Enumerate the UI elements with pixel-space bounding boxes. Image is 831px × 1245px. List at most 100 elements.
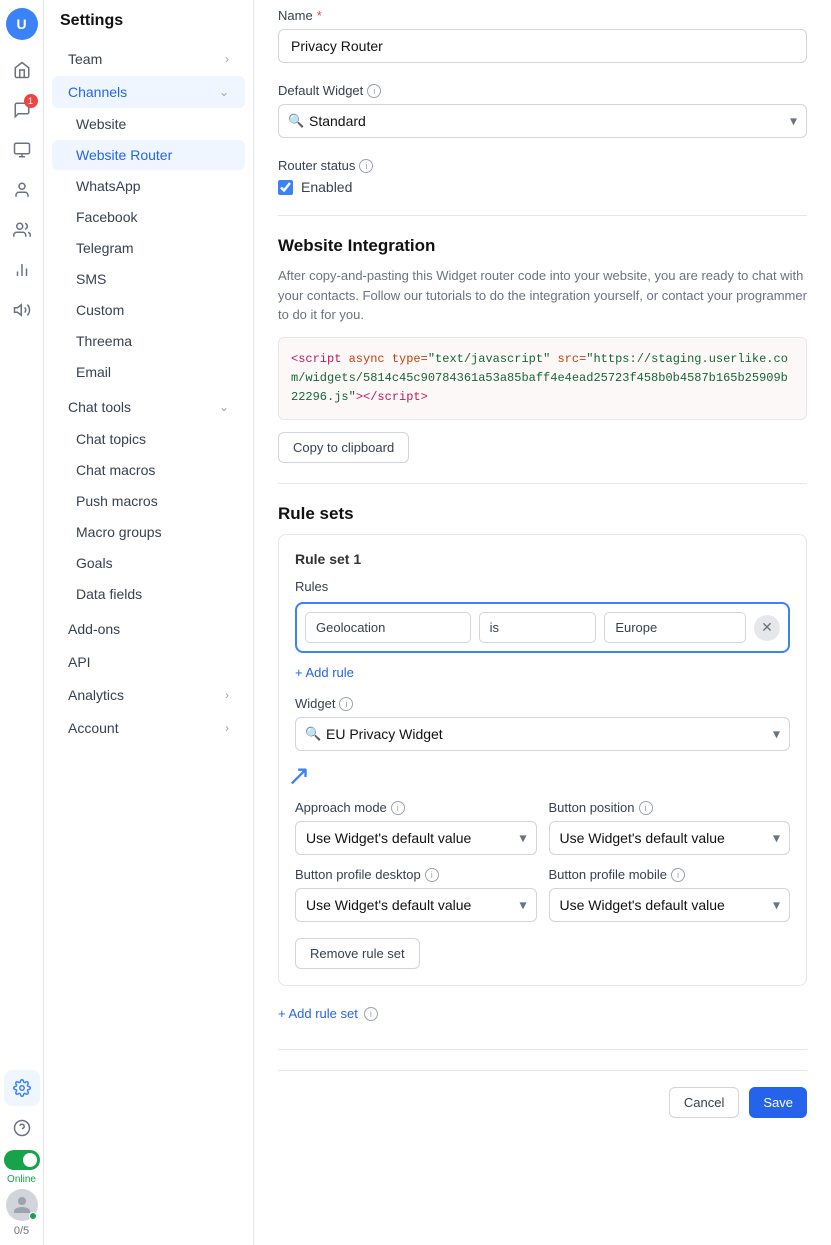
sidebar-sub-telegram[interactable]: Telegram bbox=[52, 233, 245, 263]
sidebar-sub-facebook-label: Facebook bbox=[76, 209, 137, 225]
nav-icon-settings[interactable] bbox=[4, 1070, 40, 1106]
chevron-right-icon: › bbox=[225, 52, 229, 66]
router-enabled-label[interactable]: Enabled bbox=[301, 179, 352, 195]
sidebar-item-account-label: Account bbox=[68, 720, 119, 736]
sidebar-sub-website-router-label: Website Router bbox=[76, 147, 172, 163]
sidebar-sub-push-macros[interactable]: Push macros bbox=[52, 486, 245, 516]
footer-actions: Cancel Save bbox=[278, 1070, 807, 1118]
button-profile-desktop-select[interactable]: Use Widget's default value bbox=[295, 888, 537, 922]
nav-icon-help[interactable] bbox=[4, 1110, 40, 1146]
user-avatar-wrapper[interactable] bbox=[6, 1189, 38, 1221]
chevron-down-icon-channels: ⌄ bbox=[219, 85, 229, 99]
approach-mode-info-icon[interactable]: i bbox=[391, 801, 405, 815]
sidebar-sub-whatsapp[interactable]: WhatsApp bbox=[52, 171, 245, 201]
arrow-indicator: ↗ bbox=[287, 759, 790, 792]
main-content: Name * Default Widget i 🔍 Standard ▾ Rou… bbox=[254, 0, 831, 1245]
nav-icon-campaigns[interactable] bbox=[4, 292, 40, 328]
search-icon-widget-rule: 🔍 bbox=[305, 726, 321, 742]
sidebar-sub-email-label: Email bbox=[76, 364, 111, 380]
rule-set-1-title: Rule set 1 bbox=[295, 551, 790, 567]
rule-value-select[interactable]: Europe bbox=[604, 612, 746, 643]
button-position-info-icon[interactable]: i bbox=[639, 801, 653, 815]
sidebar-item-api-label: API bbox=[68, 654, 91, 670]
sidebar-sub-sms[interactable]: SMS bbox=[52, 264, 245, 294]
rule-operator-select[interactable]: is bbox=[479, 612, 597, 643]
nav-icon-analytics[interactable] bbox=[4, 252, 40, 288]
divider-1 bbox=[278, 215, 807, 216]
sidebar-item-account[interactable]: Account › bbox=[52, 712, 245, 744]
sidebar-sub-chat-macros[interactable]: Chat macros bbox=[52, 455, 245, 485]
sidebar-sub-data-fields[interactable]: Data fields bbox=[52, 579, 245, 609]
sidebar-sub-facebook[interactable]: Facebook bbox=[52, 202, 245, 232]
sidebar-title: Settings bbox=[44, 12, 253, 42]
copy-to-clipboard-button[interactable]: Copy to clipboard bbox=[278, 432, 409, 463]
button-profiles-row: Button profile desktop i Use Widget's de… bbox=[295, 867, 790, 922]
rule-remove-button[interactable]: ✕ bbox=[754, 615, 780, 641]
name-input[interactable] bbox=[278, 29, 807, 63]
sidebar-sub-sms-label: SMS bbox=[76, 271, 106, 287]
sidebar: Settings Team › Channels ⌄ Website Websi… bbox=[44, 0, 254, 1245]
router-status-info-icon[interactable]: i bbox=[359, 159, 373, 173]
chat-badge: 1 bbox=[24, 94, 38, 108]
sidebar-sub-website[interactable]: Website bbox=[52, 109, 245, 139]
sidebar-sub-macro-groups[interactable]: Macro groups bbox=[52, 517, 245, 547]
name-required-marker: * bbox=[317, 8, 322, 23]
sidebar-item-chat-tools[interactable]: Chat tools ⌄ bbox=[52, 391, 245, 423]
widget-select-wrapper: 🔍 EU Privacy Widget ▾ bbox=[295, 717, 790, 751]
sidebar-item-addons[interactable]: Add-ons bbox=[52, 613, 245, 645]
bottom-nav: Online 0/5 bbox=[4, 1070, 40, 1237]
save-button[interactable]: Save bbox=[749, 1087, 807, 1118]
add-rule-set-row[interactable]: + Add rule set i bbox=[278, 998, 807, 1029]
nav-icon-inbox[interactable] bbox=[4, 132, 40, 168]
divider-3 bbox=[278, 1049, 807, 1050]
sidebar-sub-goals-label: Goals bbox=[76, 555, 113, 571]
sidebar-sub-email[interactable]: Email bbox=[52, 357, 245, 387]
router-enabled-checkbox[interactable] bbox=[278, 180, 293, 195]
default-widget-select[interactable]: Standard bbox=[278, 104, 807, 138]
nav-icon-contacts[interactable] bbox=[4, 172, 40, 208]
button-profile-mobile-info-icon[interactable]: i bbox=[671, 868, 685, 882]
button-profile-mobile-select-wrapper: Use Widget's default value ▾ bbox=[549, 888, 791, 922]
code-block: <script async type="text/javascript" src… bbox=[278, 337, 807, 421]
code-type-val: "text/javascript" bbox=[428, 352, 558, 366]
code-script-close: ></script> bbox=[356, 390, 428, 404]
sidebar-sub-custom[interactable]: Custom bbox=[52, 295, 245, 325]
nav-icon-home[interactable] bbox=[4, 52, 40, 88]
sidebar-sub-chat-macros-label: Chat macros bbox=[76, 462, 155, 478]
add-ruleset-label: + Add rule set bbox=[278, 1006, 358, 1021]
app-logo: U bbox=[6, 8, 38, 40]
sidebar-item-team-label: Team bbox=[68, 51, 102, 67]
button-profile-mobile-select[interactable]: Use Widget's default value bbox=[549, 888, 791, 922]
sidebar-item-api[interactable]: API bbox=[52, 646, 245, 678]
sidebar-sub-threema[interactable]: Threema bbox=[52, 326, 245, 356]
add-rule-button[interactable]: + Add rule bbox=[295, 661, 354, 684]
nav-icon-chat[interactable]: 1 bbox=[4, 92, 40, 128]
approach-mode-select-wrapper: Use Widget's default value ▾ bbox=[295, 821, 537, 855]
button-profile-desktop-info-icon[interactable]: i bbox=[425, 868, 439, 882]
rule-condition-select[interactable]: Geolocation bbox=[305, 612, 471, 643]
cancel-button[interactable]: Cancel bbox=[669, 1087, 739, 1118]
code-script-open: <script bbox=[291, 352, 349, 366]
code-async-attr: async bbox=[349, 352, 392, 366]
button-profile-desktop-label: Button profile desktop i bbox=[295, 867, 537, 882]
sidebar-item-team[interactable]: Team › bbox=[52, 43, 245, 75]
sidebar-sub-website-router[interactable]: Website Router bbox=[52, 140, 245, 170]
sidebar-sub-goals[interactable]: Goals bbox=[52, 548, 245, 578]
widget-select[interactable]: EU Privacy Widget bbox=[295, 717, 790, 751]
sidebar-item-analytics[interactable]: Analytics › bbox=[52, 679, 245, 711]
button-position-select[interactable]: Use Widget's default value bbox=[549, 821, 791, 855]
button-profile-desktop-group: Button profile desktop i Use Widget's de… bbox=[295, 867, 537, 922]
nav-icon-team[interactable] bbox=[4, 212, 40, 248]
status-toggle[interactable] bbox=[4, 1150, 40, 1170]
sidebar-item-channels[interactable]: Channels ⌄ bbox=[52, 76, 245, 108]
search-icon-widget: 🔍 bbox=[288, 113, 304, 129]
remove-rule-set-button[interactable]: Remove rule set bbox=[295, 938, 420, 969]
default-widget-info-icon[interactable]: i bbox=[367, 84, 381, 98]
widget-info-icon[interactable]: i bbox=[339, 697, 353, 711]
icon-bar: U 1 Online 0/5 bbox=[0, 0, 44, 1245]
sidebar-sub-chat-topics[interactable]: Chat topics bbox=[52, 424, 245, 454]
button-profile-mobile-group: Button profile mobile i Use Widget's def… bbox=[549, 867, 791, 922]
add-ruleset-info-icon[interactable]: i bbox=[364, 1007, 378, 1021]
code-type-attr: type= bbox=[392, 352, 428, 366]
approach-mode-select[interactable]: Use Widget's default value bbox=[295, 821, 537, 855]
